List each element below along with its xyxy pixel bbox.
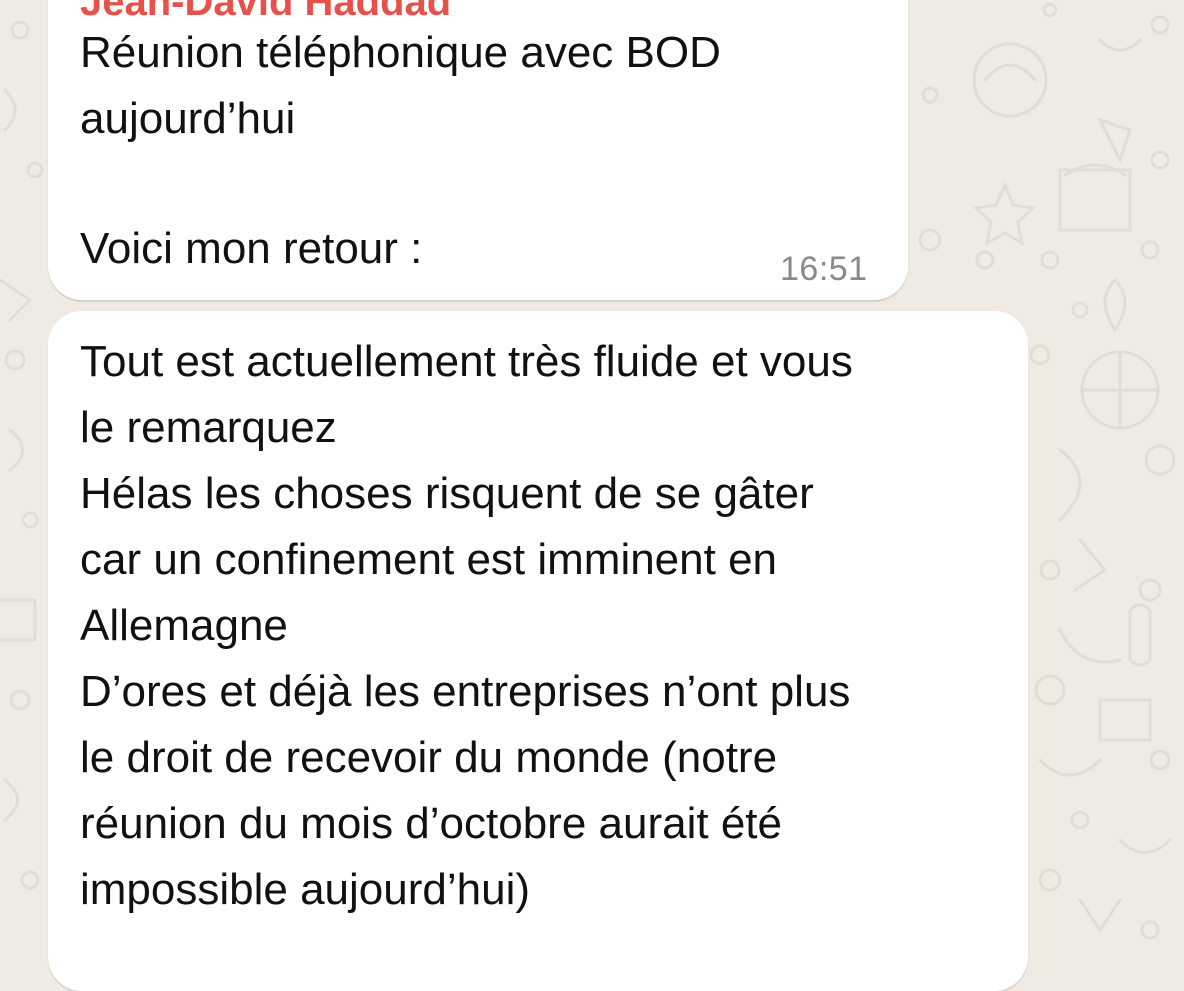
message-text-line: le remarquez xyxy=(80,403,337,452)
message-text-line: Réunion téléphonique avec BOD xyxy=(80,28,721,77)
message-text-line: Voici mon retour : xyxy=(80,224,423,273)
message-text-line: réunion du mois d’octobre aurait été xyxy=(80,799,782,848)
message-text-line: Tout est actuellement très fluide et vou… xyxy=(80,337,853,386)
message-text-line: Allemagne xyxy=(80,601,288,650)
message-text-line: le droit de recevoir du monde (notre xyxy=(80,733,778,782)
message-text-line: aujourd’hui xyxy=(80,94,296,143)
message-timestamp: 16:51 xyxy=(780,250,868,288)
sender-name[interactable]: Jean-David Haddad xyxy=(80,0,451,25)
message-text-line: impossible aujourd’hui) xyxy=(80,865,531,914)
message-text-line: D’ores et déjà les entreprises n’ont plu… xyxy=(80,667,851,716)
message-text-line: car un confinement est imminent en xyxy=(80,535,778,584)
message-text-line: Hélas les choses risquent de se gâter xyxy=(80,469,814,518)
